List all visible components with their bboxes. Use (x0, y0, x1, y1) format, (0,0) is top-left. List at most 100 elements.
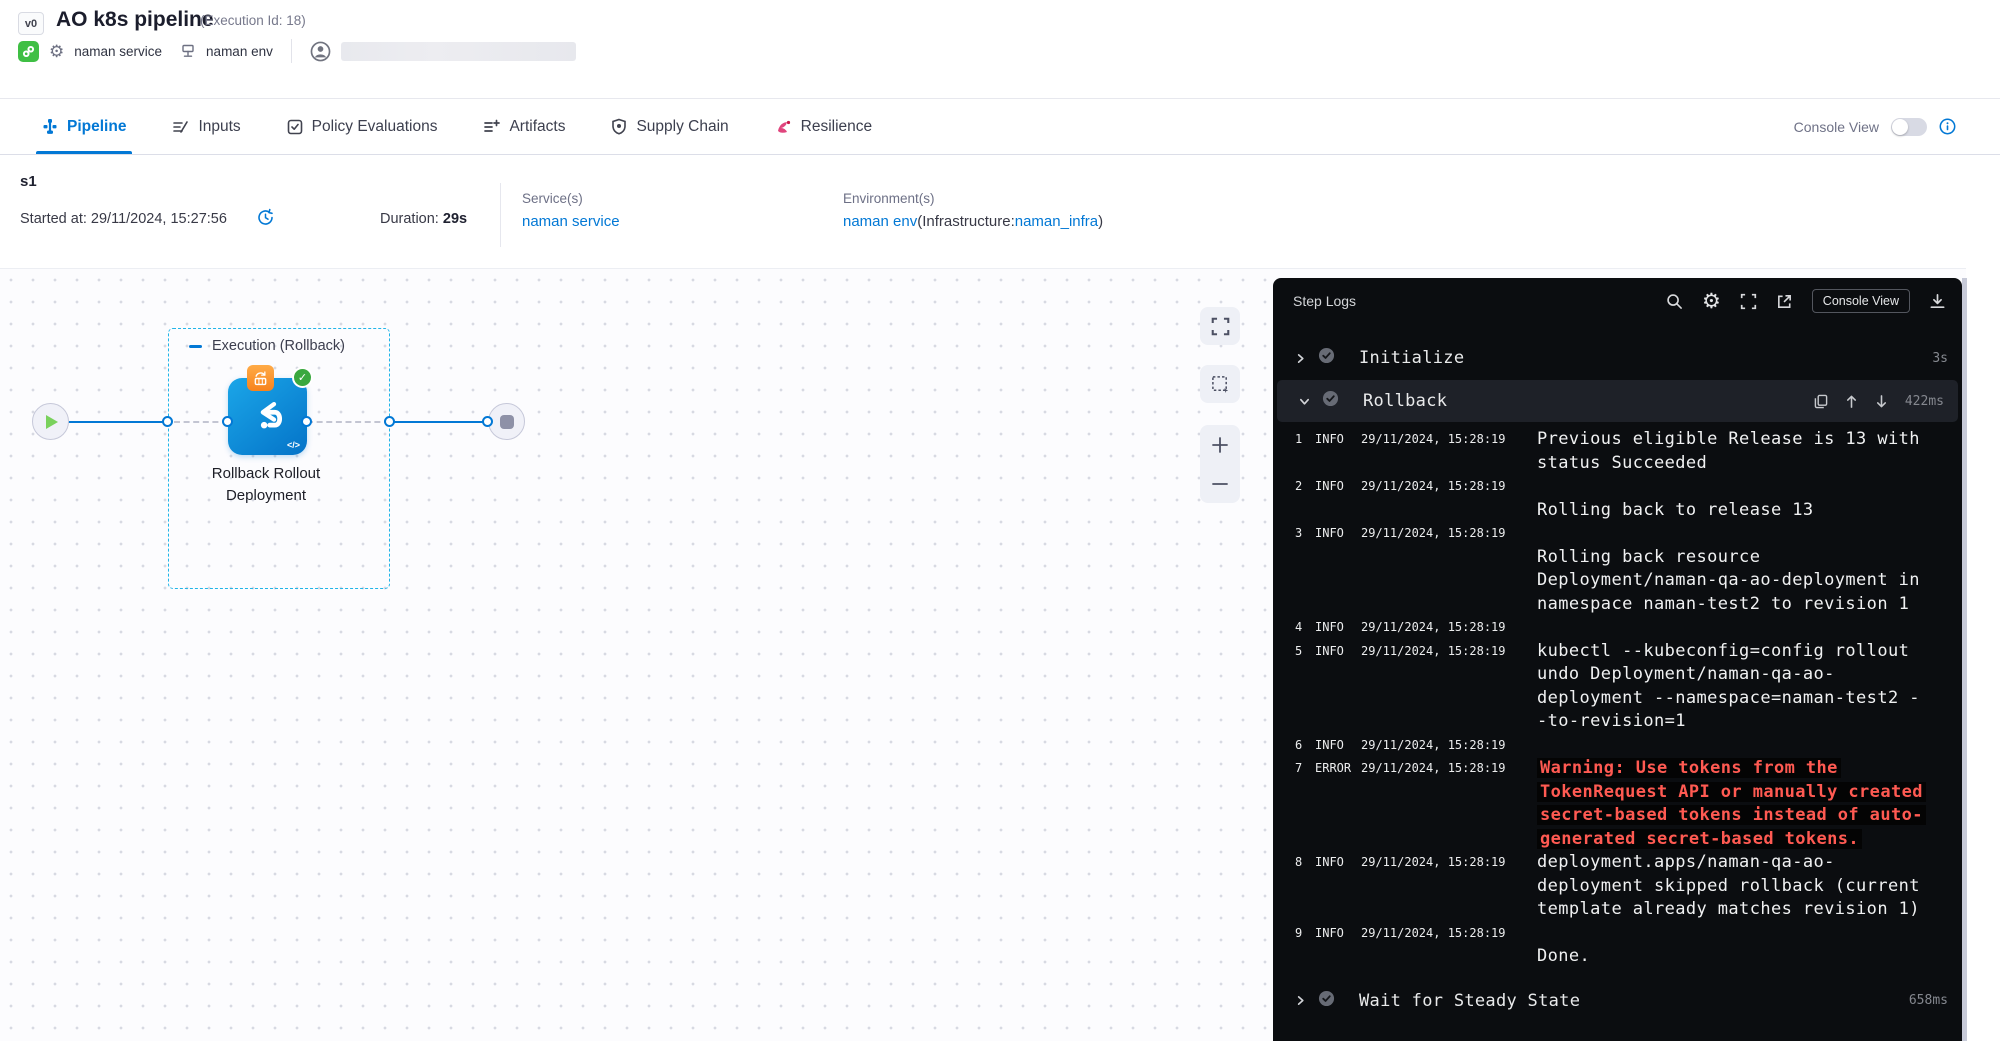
version-badge: v0 (18, 12, 44, 35)
section-duration: 658ms (1909, 993, 1948, 1008)
scroll-to-bottom-icon[interactable] (1875, 394, 1888, 409)
rollback-arrow-icon (244, 393, 292, 441)
log-entry-2: 2INFO29/11/2024, 15:28:19Rolling back to… (1273, 475, 1962, 522)
edge-group-to-end (390, 421, 490, 423)
scroll-to-top-icon[interactable] (1845, 394, 1858, 409)
step-logs-header: Step Logs ⚙ Console View (1273, 278, 1962, 324)
log-ts: 29/11/2024, 15:28:19 (1361, 851, 1529, 875)
log-entry-4: 4INFO29/11/2024, 15:28:19 (1273, 616, 1962, 640)
section-name: Rollback (1350, 391, 1803, 411)
zoom-out-button[interactable] (1200, 464, 1240, 503)
duration-label: Duration: (380, 211, 439, 227)
duration: Duration: 29s (380, 211, 467, 227)
copy-icon[interactable] (1814, 394, 1828, 409)
log-settings-gear-icon[interactable]: ⚙ (1702, 291, 1721, 312)
expand-fullscreen-icon[interactable] (1740, 293, 1757, 310)
services-column: Service(s) naman service (522, 191, 620, 230)
chevron-right-icon (1293, 353, 1307, 364)
connector-dot (222, 416, 233, 427)
log-section-rollback[interactable]: Rollback 422ms (1277, 380, 1958, 422)
log-ts: 29/11/2024, 15:28:19 (1361, 734, 1529, 758)
log-ln: 1 (1295, 428, 1307, 452)
header-divider (291, 39, 292, 63)
download-logs-icon[interactable] (1929, 293, 1946, 310)
stage-divider (500, 183, 501, 247)
log-message: Warning: Use tokens from theTokenRequest… (1537, 757, 1962, 851)
info-icon[interactable] (1939, 118, 1956, 135)
history-icon[interactable] (256, 208, 275, 232)
log-section-initialize[interactable]: Initialize 3s (1273, 338, 1962, 378)
tab-label: Artifacts (509, 118, 565, 136)
log-lvl: INFO (1315, 522, 1353, 546)
tab-resilience[interactable]: Resilience (775, 99, 873, 154)
log-section-wait-for-steady-state[interactable]: Wait for Steady State 658ms (1273, 981, 1962, 1021)
tab-artifacts[interactable]: Artifacts (483, 99, 565, 154)
log-lvl: INFO (1315, 922, 1353, 946)
step-logs-panel: Step Logs ⚙ Console View Initialize 3s R… (1273, 278, 1962, 1041)
console-view-button[interactable]: Console View (1812, 289, 1910, 313)
log-ln: 3 (1295, 522, 1307, 546)
section-name: Wait for Steady State (1346, 991, 1898, 1011)
console-view-label: Console View (1794, 119, 1879, 135)
environments-column: Environment(s) naman env(Infrastructure:… (843, 191, 1103, 230)
service-link[interactable]: naman service (522, 213, 620, 230)
node-label: Rollback Rollout Deployment (176, 463, 356, 507)
pipeline-execution-page: v0 AO k8s pipeline (Execution Id: 18) ⚙ … (0, 0, 2000, 1041)
execution-id: (Execution Id: 18) (200, 13, 306, 28)
zoom-in-button[interactable] (1200, 425, 1240, 464)
log-entry-3: 3INFO29/11/2024, 15:28:19Rolling back re… (1273, 522, 1962, 616)
log-ln: 5 (1295, 640, 1307, 664)
artifacts-icon (483, 119, 500, 135)
log-lvl: INFO (1315, 851, 1353, 875)
tab-bar: Pipeline Inputs Policy Evaluations Artif… (0, 99, 2000, 155)
log-ln: 2 (1295, 475, 1307, 499)
tab-pipeline[interactable]: Pipeline (42, 99, 126, 154)
log-message: Rolling back resourceDeployment/naman-qa… (1537, 522, 1962, 616)
connector-dot (384, 416, 395, 427)
log-lvl: INFO (1315, 428, 1353, 452)
resilience-icon (775, 118, 792, 135)
log-panel-scrollbar[interactable] (1962, 278, 1967, 1041)
zoom-controls (1200, 425, 1240, 503)
log-ln: 7 (1295, 757, 1307, 781)
log-ts: 29/11/2024, 15:28:19 (1361, 428, 1529, 452)
log-entry-9: 9INFO29/11/2024, 15:28:19Done. (1273, 922, 1962, 969)
console-view-toggle[interactable] (1891, 118, 1927, 136)
search-icon[interactable] (1666, 293, 1683, 310)
gear-icon: ⚙ (49, 43, 64, 60)
stage-info-bar: s1 Started at: 29/11/2024, 15:27:56 Dura… (0, 155, 2000, 268)
tab-supply-chain[interactable]: Supply Chain (611, 99, 728, 154)
execution-rollback-group: Execution (Rollback) (168, 328, 390, 589)
log-message: Done. (1537, 922, 1962, 969)
fit-to-screen-button[interactable] (1200, 307, 1240, 345)
marquee-select-button[interactable] (1200, 365, 1240, 403)
step-success-icon (1318, 990, 1335, 1012)
infrastructure-link[interactable]: naman_infra (1015, 213, 1098, 230)
log-entry-1: 1 INFO 29/11/2024, 15:28:19 Previous eligib… (1273, 428, 1962, 475)
infra-suffix: ) (1098, 213, 1103, 230)
log-ts: 29/11/2024, 15:28:19 (1361, 475, 1529, 499)
environments-heading: Environment(s) (843, 191, 1103, 206)
section-name: Initialize (1346, 348, 1921, 368)
chevron-down-icon (1297, 396, 1311, 407)
tab-policy-evaluations[interactable]: Policy Evaluations (287, 99, 438, 154)
log-message: Rolling back to release 13 (1537, 475, 1962, 522)
open-external-icon[interactable] (1776, 293, 1793, 310)
pipeline-title: AO k8s pipeline (56, 8, 214, 32)
log-ts: 29/11/2024, 15:28:19 (1361, 922, 1529, 946)
infra-prefix: (Infrastructure: (917, 213, 1015, 230)
collapse-group-icon[interactable] (189, 345, 202, 348)
success-check-icon: ✓ (292, 367, 313, 388)
tab-label: Policy Evaluations (312, 118, 438, 136)
edge-start-to-group (60, 421, 168, 423)
tab-inputs[interactable]: Inputs (172, 99, 240, 154)
step-success-icon (1318, 347, 1335, 369)
section-toolbar (1814, 394, 1888, 409)
started-at-label: Started at: 29/11/2024, 15:27:56 (20, 211, 227, 227)
environment-link[interactable]: naman env (843, 213, 917, 230)
section-duration: 422ms (1905, 394, 1944, 409)
tabs: Pipeline Inputs Policy Evaluations Artif… (42, 99, 872, 154)
tab-label: Resilience (801, 118, 873, 136)
log-message: Previous eligible Release is 13 withstat… (1537, 428, 1962, 475)
log-entry-5: 5INFO29/11/2024, 15:28:19kubectl --kubec… (1273, 640, 1962, 734)
